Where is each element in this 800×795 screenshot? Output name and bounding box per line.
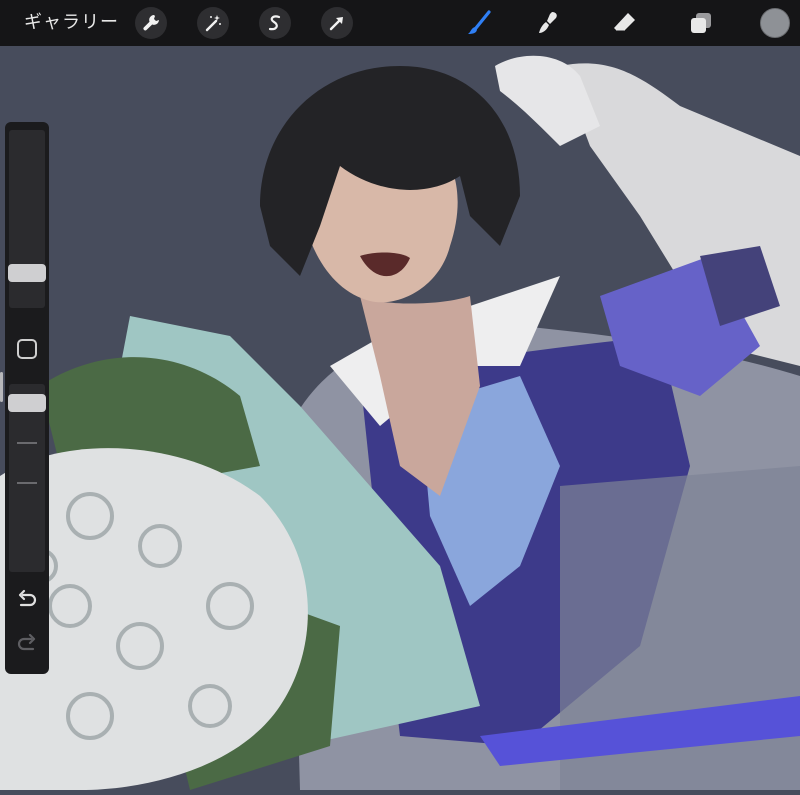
- undo-icon[interactable]: [15, 588, 39, 612]
- opacity-slider[interactable]: [8, 384, 46, 572]
- wrench-icon: [143, 15, 159, 31]
- transform-arrow-icon: [329, 17, 343, 31]
- artwork-illustration: [0, 46, 800, 790]
- selection-button[interactable]: [259, 7, 291, 39]
- eraser-tool-button[interactable]: [608, 6, 642, 40]
- brush-icon: [468, 10, 491, 34]
- smudge-icon: [539, 12, 557, 33]
- opacity-knob[interactable]: [8, 394, 46, 412]
- selection-s-icon: [268, 15, 281, 31]
- layers-icon: [691, 13, 711, 33]
- layers-button[interactable]: [684, 6, 718, 40]
- top-toolbar: ギャラリー: [0, 0, 800, 46]
- opacity-tick: [17, 482, 37, 484]
- sidebar-drag-handle[interactable]: [0, 372, 3, 402]
- smudge-tool-button[interactable]: [532, 6, 566, 40]
- adjustments-button[interactable]: [197, 7, 229, 39]
- transform-button[interactable]: [321, 7, 353, 39]
- brush-tool-button[interactable]: [462, 6, 496, 40]
- brush-size-slider[interactable]: [8, 130, 46, 308]
- gallery-button[interactable]: ギャラリー: [24, 10, 119, 34]
- left-sidebar: [5, 122, 49, 674]
- opacity-tick: [17, 442, 37, 444]
- redo-icon[interactable]: [15, 632, 39, 656]
- magic-wand-icon: [205, 15, 221, 32]
- brush-size-knob[interactable]: [8, 264, 46, 282]
- color-picker-button[interactable]: [760, 8, 790, 38]
- drawing-canvas[interactable]: [0, 46, 800, 790]
- actions-wrench-button[interactable]: [135, 7, 167, 39]
- modify-square-button[interactable]: [17, 339, 37, 359]
- eraser-icon: [614, 13, 635, 32]
